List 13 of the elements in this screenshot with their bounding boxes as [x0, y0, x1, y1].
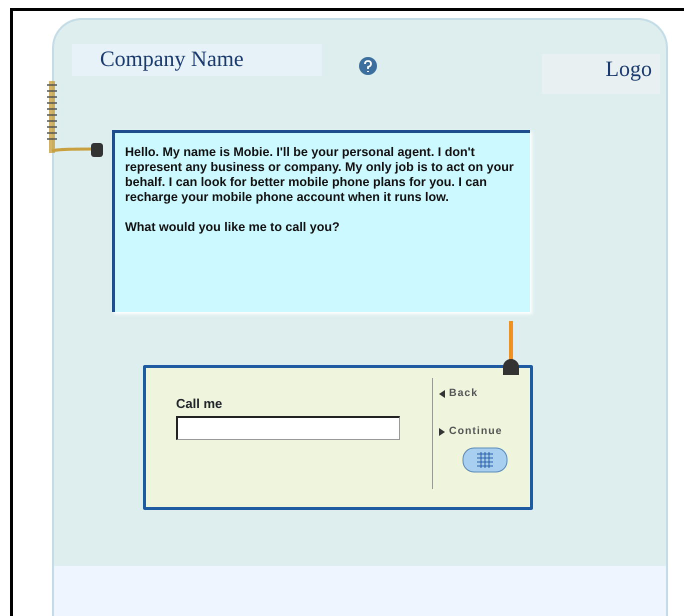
back-arrow-icon: [439, 390, 445, 398]
message-text: What would you like me to call you?: [125, 220, 341, 235]
back-button[interactable]: Back: [439, 386, 509, 402]
help-icon[interactable]: [358, 56, 378, 76]
forward-arrow-icon: [439, 428, 445, 436]
company-name: Company Name: [72, 44, 322, 76]
continue-button[interactable]: Continue: [439, 424, 509, 440]
field-label: Call me: [176, 395, 224, 413]
logo: Logo: [542, 54, 660, 94]
message-text: Hello. My name is Mobie. I'll be your personal agent. I don't represent any business or company. My only job is to act on your behalf. I can look for better mobile phone plans for you. I can recharge your mobile phone account when it runs low.: [125, 145, 515, 205]
connector-drawing: [501, 321, 521, 375]
keypad-icon[interactable]: [461, 446, 509, 474]
input-field[interactable]: [176, 416, 400, 440]
